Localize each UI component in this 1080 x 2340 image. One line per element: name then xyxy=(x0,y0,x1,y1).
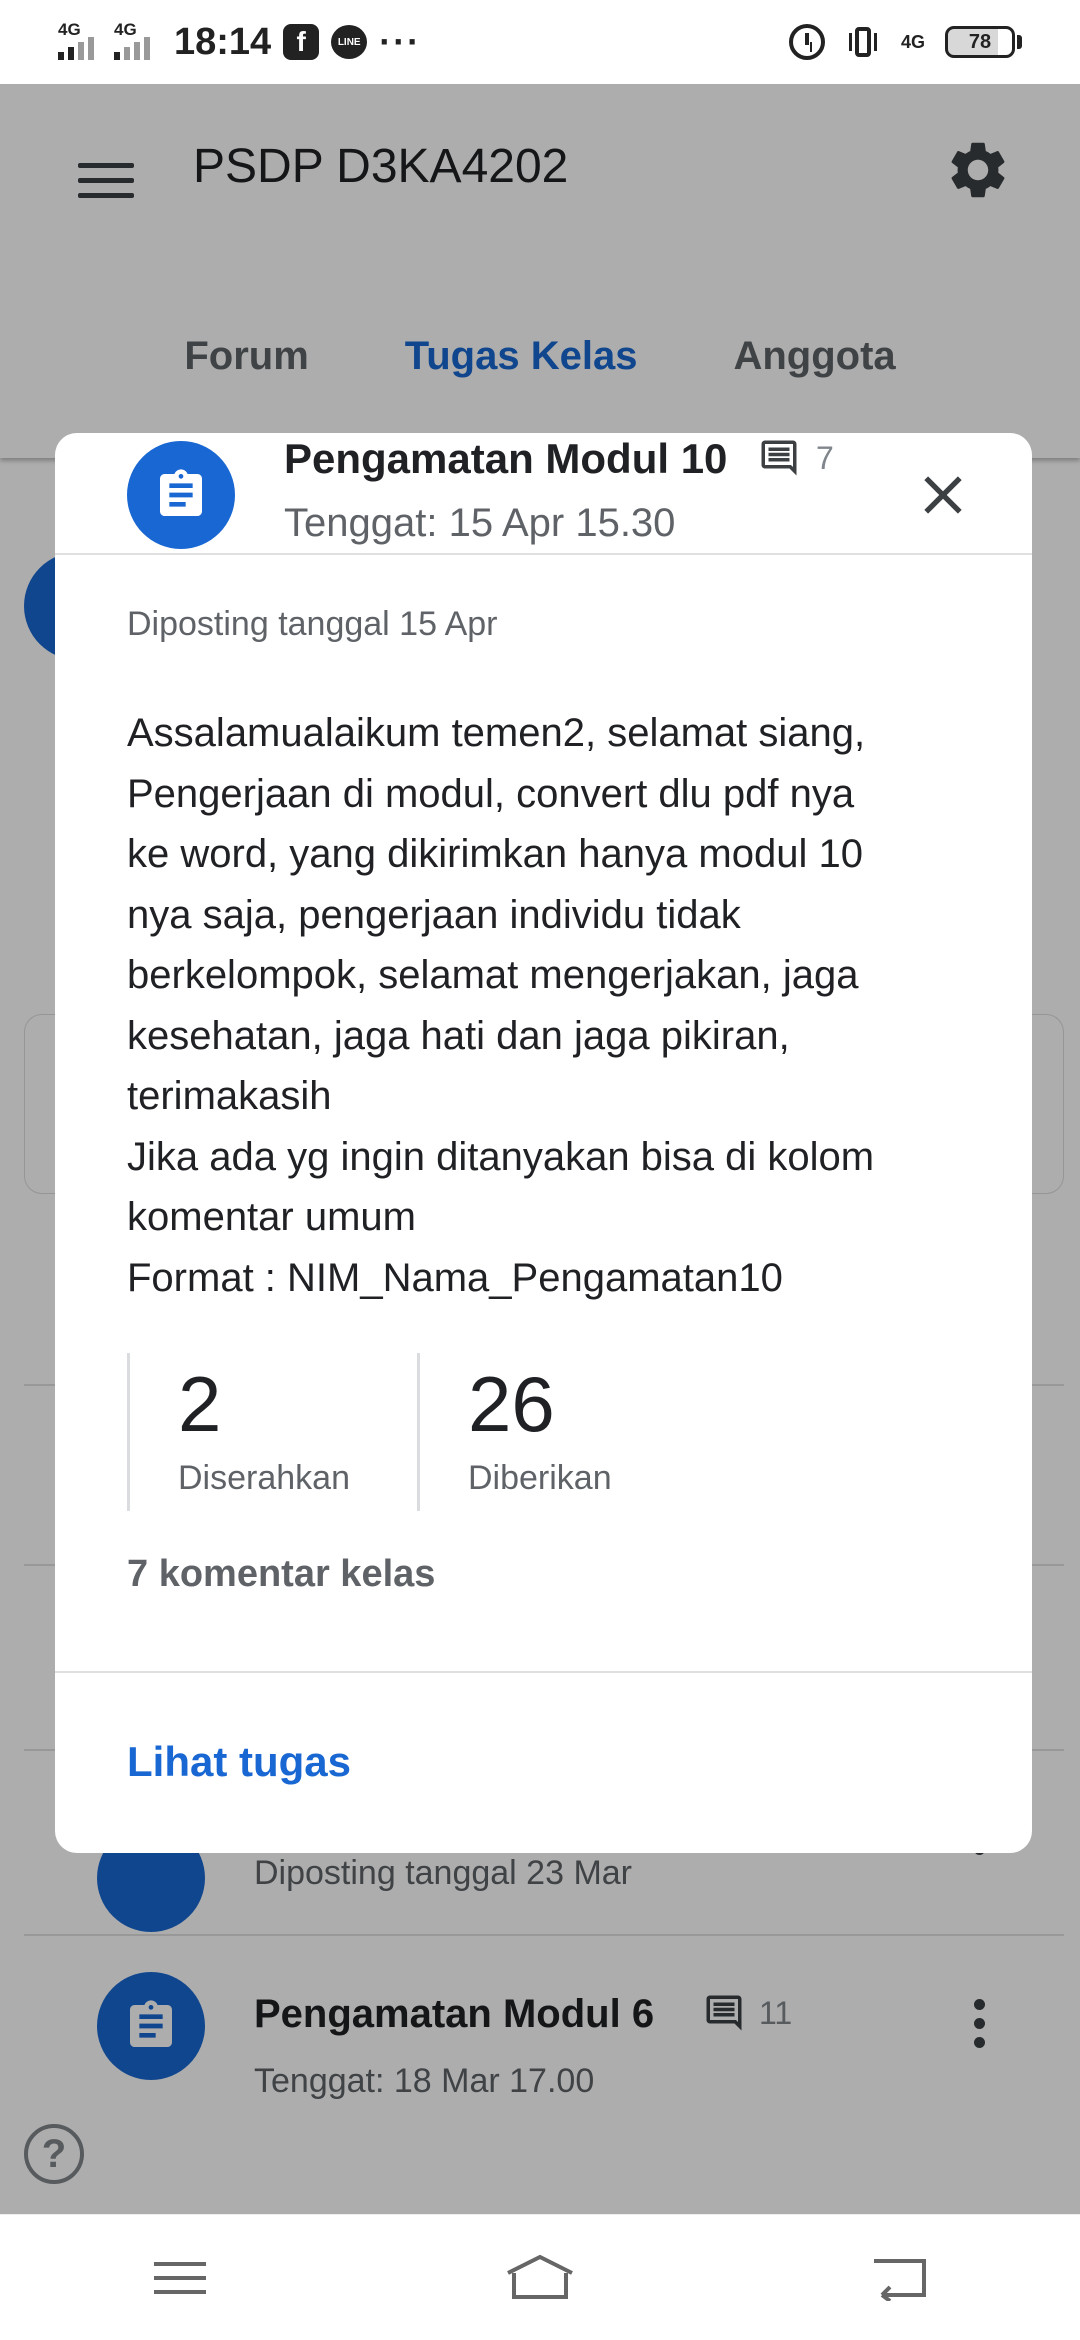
assignment-icon xyxy=(127,441,235,549)
facebook-icon: f xyxy=(283,24,320,60)
back-icon[interactable] xyxy=(855,2243,945,2313)
system-navigation-bar xyxy=(0,2214,1080,2340)
network-4g-icon: 4G xyxy=(900,32,925,52)
status-bar: 4G 4G 18:14 f LINE ··· 4G 78 xyxy=(0,0,1080,84)
assignment-dialog: Pengamatan Modul 10 7 Tenggat: 15 Apr 15… xyxy=(55,433,1032,1853)
submission-stats: 2 Diserahkan 26 Diberikan xyxy=(127,1353,707,1511)
close-icon[interactable] xyxy=(911,463,975,527)
clock: 18:14 xyxy=(174,20,272,63)
alarm-icon xyxy=(788,24,825,60)
battery-level: 78 xyxy=(945,26,1015,58)
signal-sim1-icon: 4G xyxy=(58,20,102,62)
signal-sim2-icon: 4G xyxy=(114,20,158,62)
stat-assigned: 26 Diberikan xyxy=(417,1353,707,1511)
view-assignment-button[interactable]: Lihat tugas xyxy=(127,1738,351,1786)
vibrate-icon xyxy=(845,24,881,60)
comment-count: 7 xyxy=(758,437,834,479)
battery-icon: 78 xyxy=(945,26,1022,58)
recent-apps-icon[interactable] xyxy=(135,2243,225,2313)
dialog-title: Pengamatan Modul 10 xyxy=(284,435,728,482)
posted-date: Diposting tanggal 15 Apr xyxy=(127,605,498,643)
divider xyxy=(55,1671,1032,1673)
more-notifications-icon: ··· xyxy=(379,21,422,62)
assignment-description: Assalamualaikum temen2, selamat siang, P… xyxy=(127,711,875,1300)
due-date: Tenggat: 15 Apr 15.30 xyxy=(284,501,676,545)
comment-icon xyxy=(761,440,797,476)
dialog-header: Pengamatan Modul 10 7 Tenggat: 15 Apr 15… xyxy=(55,433,1032,555)
line-app-icon: LINE xyxy=(331,25,368,59)
home-icon[interactable] xyxy=(495,2243,585,2313)
class-comments-link[interactable]: 7 komentar kelas xyxy=(127,1553,435,1596)
stat-turned-in: 2 Diserahkan xyxy=(127,1353,417,1511)
